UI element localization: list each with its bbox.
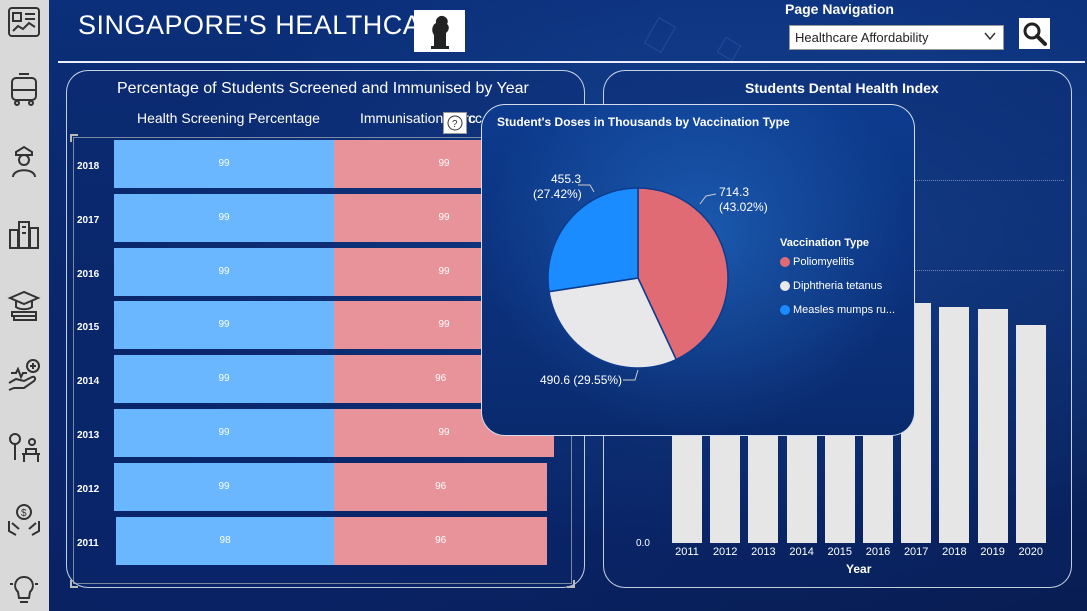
officer-icon[interactable] bbox=[4, 141, 44, 181]
dental-index-bar[interactable] bbox=[939, 307, 970, 543]
education-icon[interactable] bbox=[4, 284, 44, 324]
immunisation-bar[interactable]: 96 bbox=[334, 516, 548, 565]
svg-text:$: $ bbox=[21, 508, 27, 519]
year-label: 2011 bbox=[77, 537, 99, 549]
health-screening-bar[interactable]: 98 bbox=[116, 516, 334, 565]
dashboard-icon[interactable] bbox=[4, 2, 44, 42]
city-icon[interactable] bbox=[4, 212, 44, 252]
resize-handle[interactable] bbox=[567, 580, 575, 588]
bus-icon[interactable] bbox=[4, 70, 44, 110]
health-screening-bar[interactable]: 99 bbox=[114, 409, 334, 457]
health-screening-bar[interactable]: 99 bbox=[114, 301, 334, 350]
year-label: 2015 bbox=[77, 322, 100, 334]
immunisation-bar[interactable]: 96 bbox=[334, 462, 548, 511]
x-tick-label: 2017 bbox=[903, 546, 929, 558]
year-label: 2017 bbox=[77, 214, 100, 226]
x-tick-label: 2020 bbox=[1018, 546, 1044, 558]
x-tick-label: 2014 bbox=[789, 546, 814, 558]
legend-label: Diphtheria tetanus bbox=[793, 280, 883, 292]
search-icon bbox=[1023, 22, 1047, 46]
header-divider bbox=[58, 61, 1085, 63]
x-tick-label: 2013 bbox=[751, 546, 776, 558]
year-label: 2014 bbox=[77, 376, 100, 388]
legend-item[interactable]: Diphtheria tetanus bbox=[780, 280, 882, 292]
health-screening-bar[interactable]: 99 bbox=[114, 140, 334, 188]
health-screening-bar[interactable]: 99 bbox=[114, 355, 334, 404]
lightbulb-icon[interactable] bbox=[4, 570, 44, 610]
resize-handle[interactable] bbox=[70, 134, 78, 142]
resize-handle[interactable] bbox=[70, 580, 78, 588]
year-label: 2016 bbox=[77, 268, 100, 280]
legend-label: Measles mumps ru... bbox=[793, 304, 896, 316]
help-icon: ? bbox=[447, 115, 463, 131]
healthcare-hand-icon[interactable] bbox=[4, 355, 44, 395]
year-label: 2012 bbox=[77, 483, 100, 495]
x-tick-label: 2016 bbox=[865, 546, 891, 558]
legend-item[interactable]: Poliomyelitis bbox=[780, 256, 854, 268]
help-button[interactable]: ? bbox=[443, 112, 467, 134]
year-label: 2018 bbox=[77, 161, 100, 172]
page-navigation-dropdown[interactable]: Healthcare Affordability bbox=[789, 25, 1004, 50]
legend-label: Poliomyelitis bbox=[793, 256, 855, 268]
legend-marker bbox=[780, 257, 790, 267]
dental-index-bar[interactable] bbox=[1015, 324, 1046, 543]
legend-marker bbox=[780, 281, 790, 291]
park-bench-icon[interactable] bbox=[4, 428, 44, 468]
legend-marker bbox=[780, 305, 790, 315]
legend-title: Vaccination Type bbox=[780, 237, 870, 249]
chevron-down-icon bbox=[983, 29, 997, 46]
legend-item[interactable]: Measles mumps ru... bbox=[780, 304, 895, 316]
x-tick-label: 2019 bbox=[980, 546, 1005, 558]
x-tick-label: 2018 bbox=[942, 546, 967, 558]
y-tick-zero: 0.0 bbox=[636, 538, 650, 549]
sidebar: $ bbox=[0, 0, 49, 611]
health-screening-bar[interactable]: 99 bbox=[114, 193, 334, 242]
svg-text:?: ? bbox=[452, 119, 458, 130]
page-title: SINGAPORE'S HEALTHCARE bbox=[78, 10, 460, 40]
page-navigation-label: Page Navigation bbox=[785, 1, 894, 17]
health-screening-bar[interactable]: 99 bbox=[114, 462, 334, 511]
immunisation-header-tail: cc bbox=[468, 110, 482, 126]
right-panel-title: Students Dental Health Index bbox=[745, 80, 939, 96]
year-label: 2013 bbox=[77, 430, 100, 441]
left-panel-title: Percentage of Students Screened and Immu… bbox=[117, 80, 529, 97]
page-navigation-selected: Healthcare Affordability bbox=[795, 30, 929, 45]
x-tick-label: 2011 bbox=[675, 546, 699, 558]
x-tick-label: 2012 bbox=[712, 546, 738, 558]
popup-title: Student's Doses in Thousands by Vaccinat… bbox=[497, 115, 790, 129]
health-screening-header: Health Screening Percentage bbox=[137, 110, 320, 126]
x-axis-label: Year bbox=[846, 562, 872, 576]
health-screening-bar[interactable]: 99 bbox=[114, 247, 334, 296]
money-hands-icon[interactable]: $ bbox=[4, 499, 44, 539]
x-tick-label: 2015 bbox=[827, 546, 853, 558]
search-button[interactable] bbox=[1019, 18, 1050, 49]
merlion-icon bbox=[414, 10, 465, 52]
dental-index-bar[interactable] bbox=[977, 308, 1008, 543]
pie-leader-lines bbox=[578, 184, 717, 381]
